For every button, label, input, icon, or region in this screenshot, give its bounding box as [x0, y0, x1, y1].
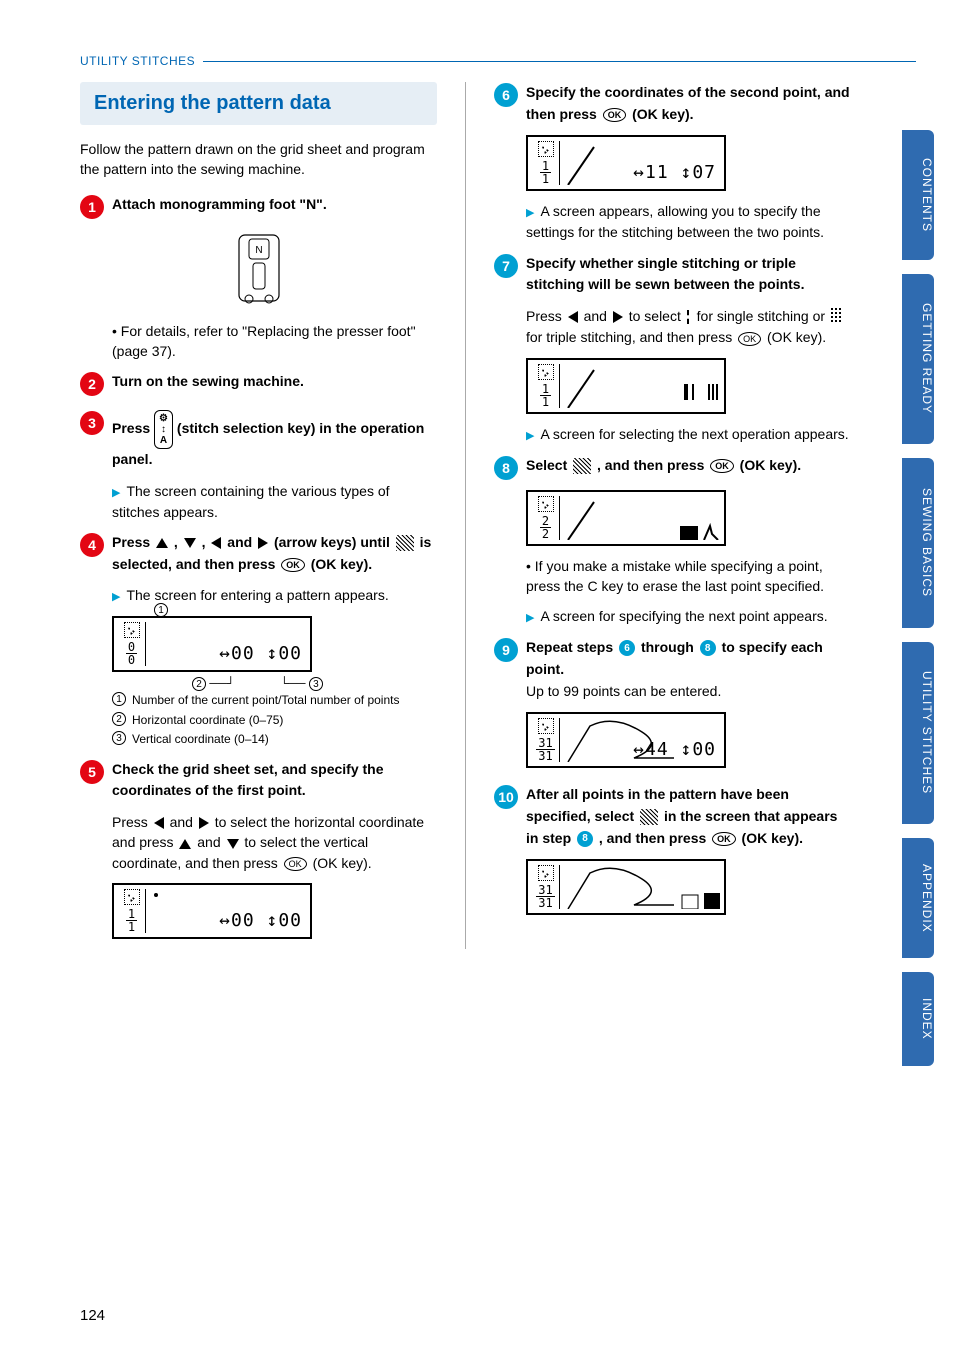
- step-7-result: A screen for selecting the next operatio…: [526, 426, 849, 442]
- finish-pattern-icon: [640, 809, 658, 825]
- lcd-screen-step5: 11 ↔00 ↕00: [112, 883, 312, 939]
- step-6-lead: Specify the coordinates of the second po…: [526, 84, 850, 122]
- step-1-lead: Attach monogramming foot "N".: [112, 196, 327, 212]
- step-badge-7: 7: [494, 254, 518, 278]
- page-number: 124: [80, 1307, 105, 1324]
- step-badge-1: 1: [80, 195, 104, 219]
- arrow-down-icon: [184, 538, 196, 548]
- lcd-screen-step10: 3131: [526, 859, 726, 915]
- step-8-lead: Select , and then press OK (OK key).: [526, 457, 801, 473]
- lcd-diagram-1: 00 ↔00 ↕00: [112, 616, 312, 672]
- section-title: Entering the pattern data: [80, 82, 437, 125]
- svg-text:N: N: [255, 245, 262, 256]
- step-badge-4: 4: [80, 533, 104, 557]
- step-3-result: The screen containing the various types …: [112, 483, 390, 520]
- tab-utility-stitches[interactable]: UTILITY STITCHES: [902, 642, 934, 824]
- step-badge-5: 5: [80, 760, 104, 784]
- step-10-lead: After all points in the pattern have bee…: [526, 786, 837, 845]
- step-7-lead: Specify whether single stitching or trip…: [526, 255, 804, 293]
- triple-stitch-icon: [831, 307, 843, 327]
- ok-key-icon: OK: [603, 108, 627, 122]
- step-7-body: Press and to select for single stitching…: [526, 306, 851, 348]
- step-5-body: Press and to select the horizontal coord…: [112, 812, 437, 873]
- diagram-callouts: 1Number of the current point/Total numbe…: [112, 692, 437, 748]
- ok-key-icon: OK: [284, 857, 307, 871]
- arrow-left-icon: [568, 311, 578, 323]
- lcd-screen-step9: 3131 ↔44 ↕00: [526, 712, 726, 768]
- tab-getting-ready[interactable]: GETTING READY: [902, 274, 934, 444]
- presser-foot-illustration: N: [229, 229, 289, 309]
- tab-contents[interactable]: CONTENTS: [902, 130, 934, 260]
- arrow-right-icon: [258, 537, 268, 549]
- ok-key-icon: OK: [712, 832, 736, 846]
- step-badge-2: 2: [80, 372, 104, 396]
- step-9-lead: Repeat steps 6 through 8 to specify each…: [526, 639, 823, 677]
- step-4-result: The screen for entering a pattern appear…: [112, 587, 389, 603]
- move-point-icon: [573, 458, 591, 474]
- lcd-screen-step6: 11 ↔11 ↕07: [526, 135, 726, 191]
- step-badge-10: 10: [494, 785, 518, 809]
- step-badge-3: 3: [80, 411, 104, 435]
- stitch-selection-key-icon: ⚙↕A: [154, 410, 173, 449]
- intro-text: Follow the pattern drawn on the grid she…: [80, 139, 437, 180]
- lcd-screen-step8: 22: [526, 490, 726, 546]
- arrow-right-icon: [613, 311, 623, 323]
- step-2-lead: Turn on the sewing machine.: [112, 373, 304, 389]
- ok-key-icon: OK: [738, 332, 761, 346]
- tab-index[interactable]: INDEX: [902, 972, 934, 1066]
- step-badge-6: 6: [494, 83, 518, 107]
- step-ref-6: 6: [619, 640, 635, 656]
- arrow-right-icon: [199, 817, 209, 829]
- step-3-lead: Press ⚙↕A (stitch selection key) in the …: [112, 420, 424, 467]
- step-badge-8: 8: [494, 456, 518, 480]
- single-stitch-icon: [687, 310, 691, 324]
- step-9-body: Up to 99 points can be entered.: [526, 683, 721, 699]
- arrow-left-icon: [154, 817, 164, 829]
- step-6-result: A screen appears, allowing you to specif…: [526, 203, 824, 240]
- lcd-screen-step7: 11: [526, 358, 726, 414]
- step-ref-8b: 8: [577, 831, 593, 847]
- arrow-left-icon: [211, 537, 221, 549]
- step-ref-8: 8: [700, 640, 716, 656]
- side-tabs: CONTENTS GETTING READY SEWING BASICS UTI…: [902, 130, 934, 1066]
- arrow-up-icon: [179, 839, 191, 849]
- step-4-lead: Press , , and (arrow keys) until is sele…: [112, 534, 431, 572]
- tab-sewing-basics[interactable]: SEWING BASICS: [902, 458, 934, 628]
- ok-key-icon: OK: [281, 558, 305, 572]
- mystitch-icon: [396, 535, 414, 551]
- breadcrumb: UTILITY STITCHES: [80, 54, 916, 68]
- step-5-lead: Check the grid sheet set, and specify th…: [112, 761, 384, 799]
- tab-appendix[interactable]: APPENDIX: [902, 838, 934, 958]
- step-badge-9: 9: [494, 638, 518, 662]
- ok-key-icon: OK: [710, 459, 734, 473]
- arrow-down-icon: [227, 839, 239, 849]
- step-8-result: A screen for specifying the next point a…: [526, 608, 828, 624]
- step-1-detail: For details, refer to "Replacing the pre…: [112, 321, 437, 362]
- arrow-up-icon: [156, 538, 168, 548]
- step-8-bullet: If you make a mistake while specifying a…: [526, 556, 851, 597]
